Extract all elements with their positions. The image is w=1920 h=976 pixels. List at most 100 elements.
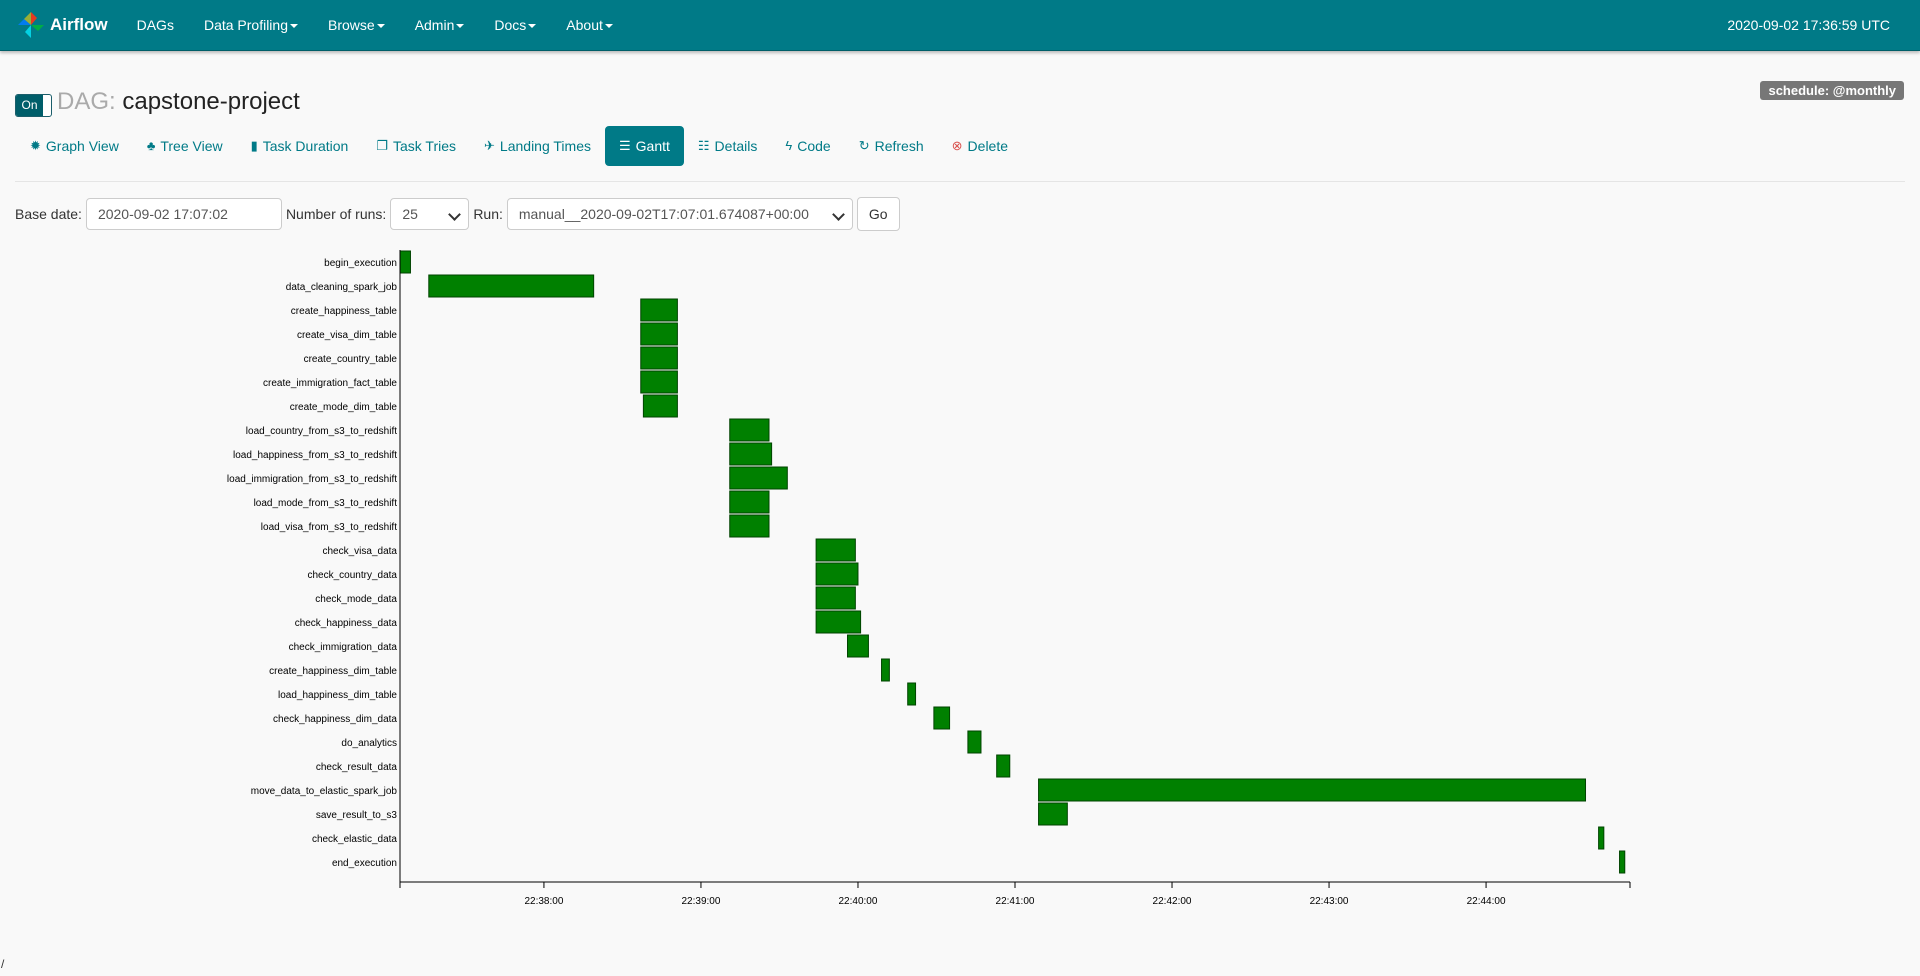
x-tick-label: 22:42:00: [1153, 896, 1192, 907]
tab-label: Refresh: [874, 138, 924, 154]
nav-item-admin[interactable]: Admin: [400, 0, 480, 50]
task-bar[interactable]: [729, 514, 770, 538]
tab-landing-times[interactable]: ✈ Landing Times: [470, 126, 605, 166]
nav-item-label: About: [566, 17, 603, 33]
task-bar[interactable]: [1038, 778, 1587, 802]
asterisk-icon: ✹: [30, 138, 41, 153]
task-bar[interactable]: [847, 634, 869, 658]
tab-graph-view[interactable]: ✹ Graph View: [16, 126, 133, 166]
task-label: load_country_from_s3_to_redshift: [246, 426, 397, 437]
task-bar[interactable]: [815, 538, 856, 562]
nav-item-browse[interactable]: Browse: [313, 0, 400, 50]
task-bar[interactable]: [729, 490, 770, 514]
tab-code[interactable]: ϟ Code: [771, 126, 844, 166]
caret-down-icon: [528, 24, 537, 29]
task-bar[interactable]: [428, 274, 595, 298]
task-label: load_happiness_from_s3_to_redshift: [233, 450, 397, 461]
base-date-input[interactable]: [85, 198, 282, 230]
tab-label: Delete: [967, 138, 1009, 154]
task-bar[interactable]: [967, 730, 982, 754]
tab-label: Graph View: [45, 138, 119, 154]
server-time: 2020-09-02 17:36:59 UTC: [1727, 17, 1890, 33]
nav-item-dags[interactable]: DAGs: [122, 0, 189, 50]
task-bar[interactable]: [881, 658, 890, 682]
tab-label: Details: [714, 138, 758, 154]
run-select[interactable]: manual__2020-09-02T17:07:01.674087+00:00: [506, 198, 853, 230]
tab-label: Gantt: [635, 138, 670, 154]
task-label: do_analytics: [341, 738, 397, 749]
tab-tree-view[interactable]: ♣ Tree View: [133, 126, 237, 166]
tab-gantt[interactable]: ☰ Gantt: [604, 126, 684, 166]
task-bar[interactable]: [1038, 802, 1068, 826]
task-bar[interactable]: [815, 562, 859, 586]
task-bar[interactable]: [729, 466, 788, 490]
caret-down-icon: [376, 24, 385, 29]
nav-item-label: Admin: [414, 17, 455, 33]
dag-label: DAG:: [57, 88, 116, 115]
nav-item-docs[interactable]: Docs: [479, 0, 551, 50]
schedule-badge: schedule: @monthly: [1760, 81, 1904, 100]
run-label: Run:: [473, 206, 503, 222]
task-bar[interactable]: [640, 298, 678, 322]
tree-icon: ♣: [146, 138, 156, 153]
task-bar[interactable]: [640, 322, 678, 346]
task-bar[interactable]: [933, 706, 951, 730]
task-bar[interactable]: [1619, 850, 1626, 874]
task-bar[interactable]: [642, 394, 678, 418]
tab-refresh[interactable]: ↻ Refresh: [845, 126, 938, 166]
task-bar[interactable]: [640, 346, 678, 370]
airflow-brand[interactable]: Airflow: [16, 10, 108, 40]
bar-chart-icon: ▮: [250, 138, 258, 153]
task-bar[interactable]: [399, 250, 411, 274]
task-label: check_result_data: [316, 762, 398, 773]
go-button[interactable]: Go: [856, 197, 900, 231]
duplicate-icon: ❐: [376, 138, 388, 153]
refresh-icon: ↻: [858, 138, 870, 153]
tab-label: Landing Times: [499, 138, 591, 154]
remove-circle-icon: ⊗: [951, 138, 963, 153]
nav-item-data-profiling[interactable]: Data Profiling: [189, 0, 313, 50]
tab-task-duration[interactable]: ▮ Task Duration: [237, 126, 363, 166]
plane-icon: ✈: [484, 138, 495, 153]
task-bar[interactable]: [907, 682, 917, 706]
task-label: check_mode_data: [315, 594, 397, 605]
dag-view-tabs: ✹ Graph View ♣ Tree View ▮ Task Duration ❐ T…: [16, 126, 1022, 166]
base-date-label: Base date:: [15, 206, 82, 222]
num-runs-select[interactable]: 25: [390, 198, 470, 230]
flash-icon: ϟ: [785, 138, 793, 153]
task-label: load_immigration_from_s3_to_redshift: [227, 474, 397, 485]
tab-label: Code: [797, 138, 831, 154]
task-label: save_result_to_s3: [316, 810, 398, 821]
nav-menu: DAGs Data Profiling Browse Admin Docs Ab…: [122, 0, 628, 50]
task-bar[interactable]: [729, 418, 770, 442]
task-bar[interactable]: [996, 754, 1011, 778]
task-label: check_visa_data: [323, 546, 398, 557]
task-label: check_country_data: [307, 570, 397, 581]
top-navbar: Airflow DAGs Data Profiling Browse Admin…: [0, 0, 1920, 51]
nav-item-about[interactable]: About: [551, 0, 628, 50]
tab-label: Tree View: [160, 138, 223, 154]
dag-name: capstone-project: [122, 88, 300, 115]
chevron-down-icon: [448, 208, 462, 221]
brand-name: Airflow: [50, 15, 108, 34]
caret-down-icon: [456, 24, 465, 29]
tab-task-tries[interactable]: ❐ Task Tries: [362, 126, 470, 166]
caret-down-icon: [290, 24, 298, 29]
task-bar[interactable]: [640, 370, 678, 394]
task-bar[interactable]: [815, 610, 862, 634]
align-left-icon: ☰: [618, 138, 631, 153]
tab-delete[interactable]: ⊗ Delete: [938, 126, 1022, 166]
gantt-chart: begin_execution data_cleaning_spark_jobcr…: [227, 250, 1631, 907]
task-label: move_data_to_elastic_spark_job: [251, 786, 398, 797]
tab-details[interactable]: ☷ Details: [684, 126, 771, 166]
chevron-down-icon: [832, 208, 845, 221]
x-tick-label: 22:40:00: [839, 896, 878, 907]
task-bar[interactable]: [729, 442, 773, 466]
task-bar[interactable]: [1598, 826, 1605, 850]
tab-label: Task Tries: [393, 138, 457, 154]
task-bar[interactable]: [815, 586, 856, 610]
dag-pause-toggle[interactable]: On: [15, 94, 52, 117]
airflow-logo-icon: [18, 12, 44, 38]
task-label: load_mode_from_s3_to_redshift: [254, 498, 398, 509]
divider: [15, 181, 1905, 182]
